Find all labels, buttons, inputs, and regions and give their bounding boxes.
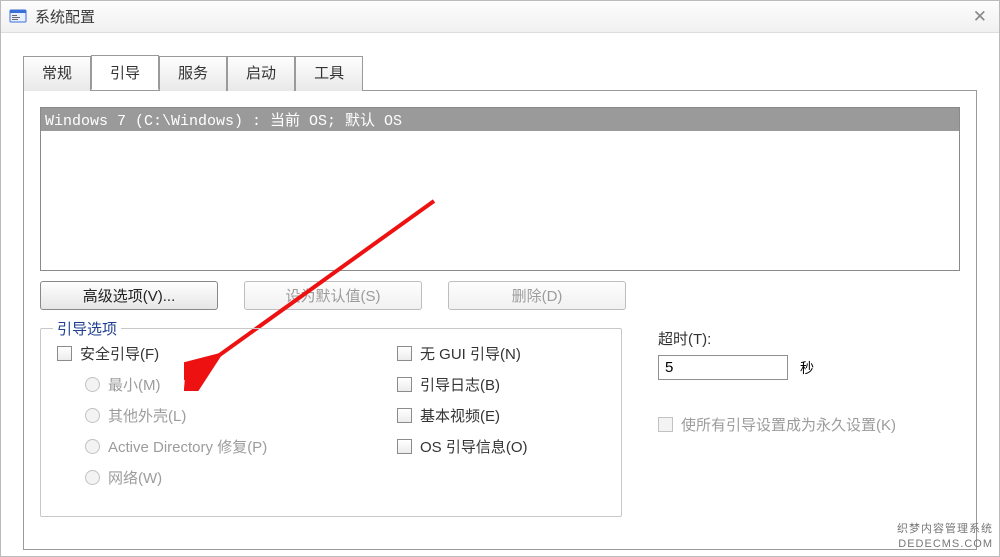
boot-entry[interactable]: Windows 7 (C:\Windows) : 当前 OS; 默认 OS <box>41 108 959 131</box>
tab-tools[interactable]: 工具 <box>295 56 363 91</box>
timeout-label: 超时(T): <box>658 328 960 349</box>
watermark-line1: 织梦内容管理系统 <box>897 520 993 536</box>
titlebar: 系统配置 ✕ <box>1 1 999 33</box>
radio-icon <box>85 439 100 454</box>
radio-icon <box>85 377 100 392</box>
adrepair-label: Active Directory 修复(P) <box>108 436 267 457</box>
right-column: 无 GUI 引导(N) 引导日志(B) 基本视频(E) <box>397 343 528 498</box>
delete-button: 删除(D) <box>448 281 626 310</box>
radio-icon <box>85 408 100 423</box>
safeboot-checkbox[interactable]: 安全引导(F) <box>57 343 357 364</box>
lower-area: 引导选项 安全引导(F) 最小(M) <box>40 328 960 517</box>
left-column: 安全引导(F) 最小(M) 其他外壳(L) <box>57 343 357 498</box>
timeout-unit: 秒 <box>800 358 814 378</box>
group-legend: 引导选项 <box>53 318 121 339</box>
tab-services[interactable]: 服务 <box>159 56 227 91</box>
osbootinfo-checkbox[interactable]: OS 引导信息(O) <box>397 436 528 457</box>
checkbox-icon <box>397 377 412 392</box>
bootlog-label: 引导日志(B) <box>420 374 500 395</box>
safeboot-network-radio: 网络(W) <box>85 467 357 488</box>
altshell-label: 其他外壳(L) <box>108 405 186 426</box>
network-label: 网络(W) <box>108 467 162 488</box>
app-icon <box>9 8 27 26</box>
boot-entries-list[interactable]: Windows 7 (C:\Windows) : 当前 OS; 默认 OS <box>40 107 960 271</box>
radio-icon <box>85 470 100 485</box>
watermark-line2: DEDECMS.COM <box>898 538 993 550</box>
close-icon[interactable]: ✕ <box>973 7 985 27</box>
button-row: 高级选项(V)... 设为默认值(S) 删除(D) <box>40 281 960 310</box>
advanced-options-button[interactable]: 高级选项(V)... <box>40 281 218 310</box>
checkbox-icon <box>658 417 673 432</box>
safeboot-adrepair-radio: Active Directory 修复(P) <box>85 436 357 457</box>
osbootinfo-label: OS 引导信息(O) <box>420 436 528 457</box>
safeboot-altshell-radio: 其他外壳(L) <box>85 405 357 426</box>
tab-general[interactable]: 常规 <box>23 56 91 91</box>
safeboot-label: 安全引导(F) <box>80 343 159 364</box>
permanent-checkbox: 使所有引导设置成为永久设置(K) <box>658 414 960 435</box>
checkbox-icon <box>57 346 72 361</box>
set-default-button: 设为默认值(S) <box>244 281 422 310</box>
basevideo-label: 基本视频(E) <box>420 405 500 426</box>
timeout-column: 超时(T): 秒 使所有引导设置成为永久设置(K) <box>658 328 960 517</box>
window: 系统配置 ✕ 常规 引导 服务 启动 工具 Windows 7 (C:\Wind… <box>0 0 1000 557</box>
permanent-label: 使所有引导设置成为永久设置(K) <box>681 414 896 435</box>
timeout-input[interactable] <box>658 355 788 380</box>
window-title: 系统配置 <box>35 6 95 27</box>
checkbox-icon <box>397 439 412 454</box>
bootlog-checkbox[interactable]: 引导日志(B) <box>397 374 528 395</box>
tab-boot[interactable]: 引导 <box>91 55 159 90</box>
nogui-label: 无 GUI 引导(N) <box>420 343 521 364</box>
tab-startup[interactable]: 启动 <box>227 56 295 91</box>
checkbox-icon <box>397 346 412 361</box>
basevideo-checkbox[interactable]: 基本视频(E) <box>397 405 528 426</box>
boot-options-group: 引导选项 安全引导(F) 最小(M) <box>40 328 622 517</box>
tabstrip: 常规 引导 服务 启动 工具 <box>23 55 977 90</box>
tab-body: Windows 7 (C:\Windows) : 当前 OS; 默认 OS 高级… <box>23 90 977 550</box>
minimal-label: 最小(M) <box>108 374 161 395</box>
safeboot-minimal-radio: 最小(M) <box>85 374 357 395</box>
checkbox-icon <box>397 408 412 423</box>
nogui-checkbox[interactable]: 无 GUI 引导(N) <box>397 343 528 364</box>
client-area: 常规 引导 服务 启动 工具 Windows 7 (C:\Windows) : … <box>1 33 999 550</box>
